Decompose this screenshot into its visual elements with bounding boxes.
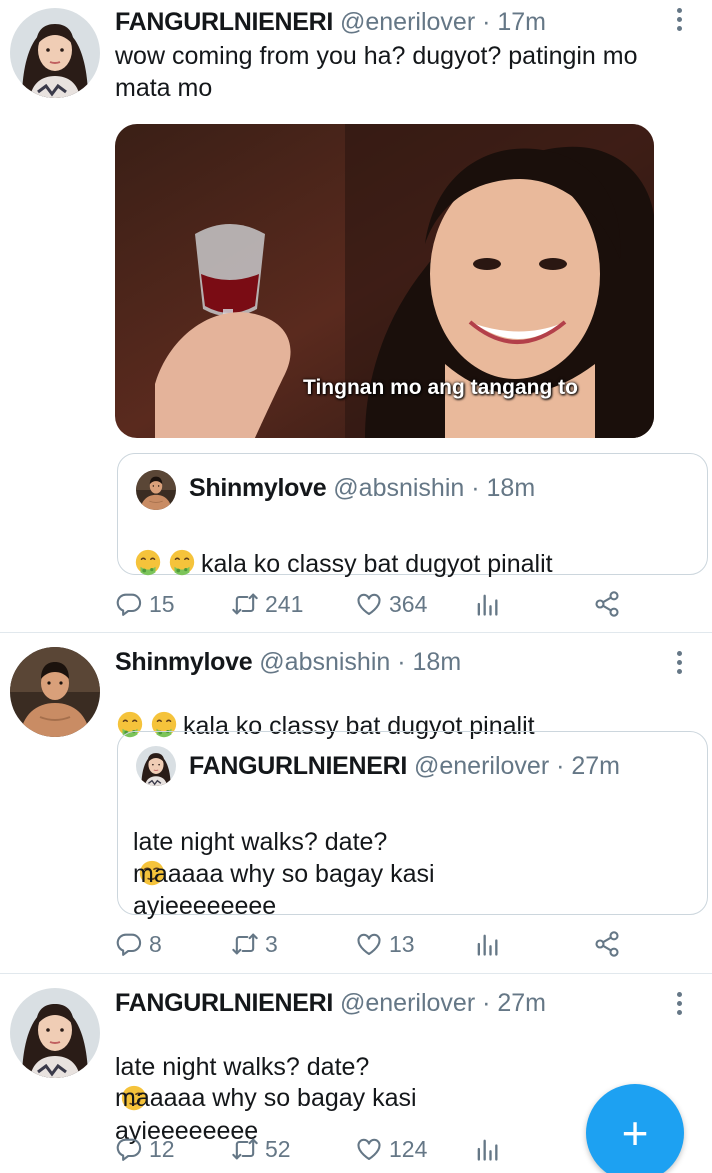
quoted-text-body: kala ko classy bat dugyot pinalit	[201, 550, 553, 578]
avatar-image	[136, 470, 176, 510]
retweet-button[interactable]: 52	[231, 1132, 291, 1166]
retweet-button[interactable]: 3	[231, 927, 278, 961]
separator: ·	[482, 989, 491, 1017]
nauseated-face-icon	[133, 548, 163, 578]
separator: ·	[482, 8, 491, 36]
reply-icon	[115, 1135, 143, 1163]
reply-icon	[115, 590, 143, 618]
analytics-button[interactable]	[473, 587, 507, 621]
like-button[interactable]: 124	[355, 1132, 427, 1166]
quoted-header: Shinmylove @absnishin · 18m	[189, 472, 535, 504]
retweet-count: 52	[265, 1135, 291, 1162]
timestamp[interactable]: 17m	[497, 8, 546, 36]
like-count: 364	[389, 590, 428, 617]
reply-button[interactable]: 8	[115, 927, 162, 961]
display-name[interactable]: Shinmylove	[115, 648, 253, 676]
more-options-icon[interactable]	[674, 651, 684, 679]
quoted-tweet[interactable]: FANGURLNIENERI @enerilover · 27m late ni…	[117, 731, 708, 920]
reply-button[interactable]: 15	[115, 587, 175, 621]
nauseated-face-icon	[167, 548, 197, 578]
like-button[interactable]: 364	[355, 587, 427, 621]
more-options-icon[interactable]	[674, 8, 684, 36]
tweet-media[interactable]: Tingnan mo ang tangang to	[115, 124, 654, 438]
share-button[interactable]	[593, 587, 627, 621]
reply-count: 12	[149, 1135, 175, 1162]
username[interactable]: @absnishin	[259, 648, 390, 676]
quoted-display-name: Shinmylove	[189, 474, 327, 502]
quoted-display-name: FANGURLNIENERI	[189, 752, 408, 780]
tweet-actions: 15 241 364	[115, 587, 635, 621]
compose-button[interactable]: +	[586, 1084, 684, 1173]
quoted-text-body: late night walks? date?	[133, 828, 388, 856]
tweet-actions: 12 52 124	[115, 1132, 635, 1166]
quoted-tweet[interactable]: Shinmylove @absnishin · 18m kala ko clas…	[117, 453, 708, 578]
quoted-avatar	[136, 746, 176, 786]
quoted-timestamp: 18m	[486, 474, 536, 502]
quoted-username: @enerilover	[413, 752, 550, 780]
like-icon	[355, 1135, 383, 1163]
reply-button[interactable]: 12	[115, 1132, 175, 1166]
like-icon	[355, 590, 383, 618]
analytics-button[interactable]	[473, 1132, 507, 1166]
avatar[interactable]	[10, 988, 100, 1078]
quoted-header: FANGURLNIENERI @enerilover · 27m	[189, 750, 620, 782]
avatar-image	[10, 8, 100, 98]
avatar-image	[10, 647, 100, 737]
retweet-count: 241	[265, 590, 304, 617]
like-icon	[355, 930, 383, 958]
retweet-icon	[231, 1135, 259, 1163]
separator: ·	[397, 648, 406, 676]
quoted-username: @absnishin	[333, 474, 465, 502]
display-name[interactable]: FANGURLNIENERI	[115, 989, 333, 1017]
analytics-button[interactable]	[473, 927, 507, 961]
retweet-icon	[231, 930, 259, 958]
tweet-header: FANGURLNIENERI @enerilover · 17m	[115, 6, 546, 38]
like-button[interactable]: 13	[355, 927, 415, 961]
avatar[interactable]	[10, 8, 100, 98]
share-icon	[593, 930, 621, 958]
media-caption: Tingnan mo ang tangang to	[303, 376, 578, 399]
retweet-count: 3	[265, 930, 278, 957]
more-options-icon[interactable]	[674, 992, 684, 1020]
tweet[interactable]: FANGURLNIENERI @enerilover · 17m wow com…	[0, 0, 712, 632]
quoted-text: kala ko classy bat dugyot pinalit	[133, 516, 553, 580]
timestamp[interactable]: 18m	[413, 648, 462, 676]
tweet-header: FANGURLNIENERI @enerilover · 27m	[115, 987, 546, 1019]
avatar[interactable]	[10, 647, 100, 737]
analytics-icon	[473, 1135, 501, 1163]
tweet-text-line: maaaaa why so bagay kasi	[115, 1084, 417, 1112]
reply-count: 8	[149, 930, 162, 957]
tweet-text-body: late night walks? date?	[115, 1053, 370, 1081]
tweet[interactable]: Shinmylove @absnishin · 18m kala ko clas…	[0, 633, 712, 973]
quoted-text-line: maaaaa why so bagay kasi	[133, 860, 435, 888]
retweet-button[interactable]: 241	[231, 587, 303, 621]
analytics-icon	[473, 930, 501, 958]
reply-count: 15	[149, 590, 175, 617]
username[interactable]: @enerilover	[340, 8, 475, 36]
separator: ·	[556, 752, 565, 780]
retweet-icon	[231, 590, 259, 618]
tweet-actions: 8 3 13	[115, 927, 635, 961]
share-button[interactable]	[593, 927, 627, 961]
analytics-icon	[473, 590, 501, 618]
quoted-timestamp: 27m	[571, 752, 621, 780]
avatar-image	[136, 746, 176, 786]
quoted-text-body-end: ayieeeeeeee	[133, 892, 277, 920]
tweet-text: wow coming from you ha? dugyot? patingin…	[115, 42, 638, 102]
like-count: 124	[389, 1135, 428, 1162]
tweet-header: Shinmylove @absnishin · 18m	[115, 646, 461, 678]
display-name[interactable]: FANGURLNIENERI	[115, 8, 333, 36]
timestamp[interactable]: 27m	[497, 989, 546, 1017]
like-count: 13	[389, 930, 415, 957]
avatar-image	[10, 988, 100, 1078]
share-icon	[593, 590, 621, 618]
reply-icon	[115, 930, 143, 958]
quoted-avatar	[136, 470, 176, 510]
username[interactable]: @enerilover	[340, 989, 475, 1017]
compose-plus-icon: +	[621, 1107, 649, 1159]
separator: ·	[471, 474, 480, 502]
